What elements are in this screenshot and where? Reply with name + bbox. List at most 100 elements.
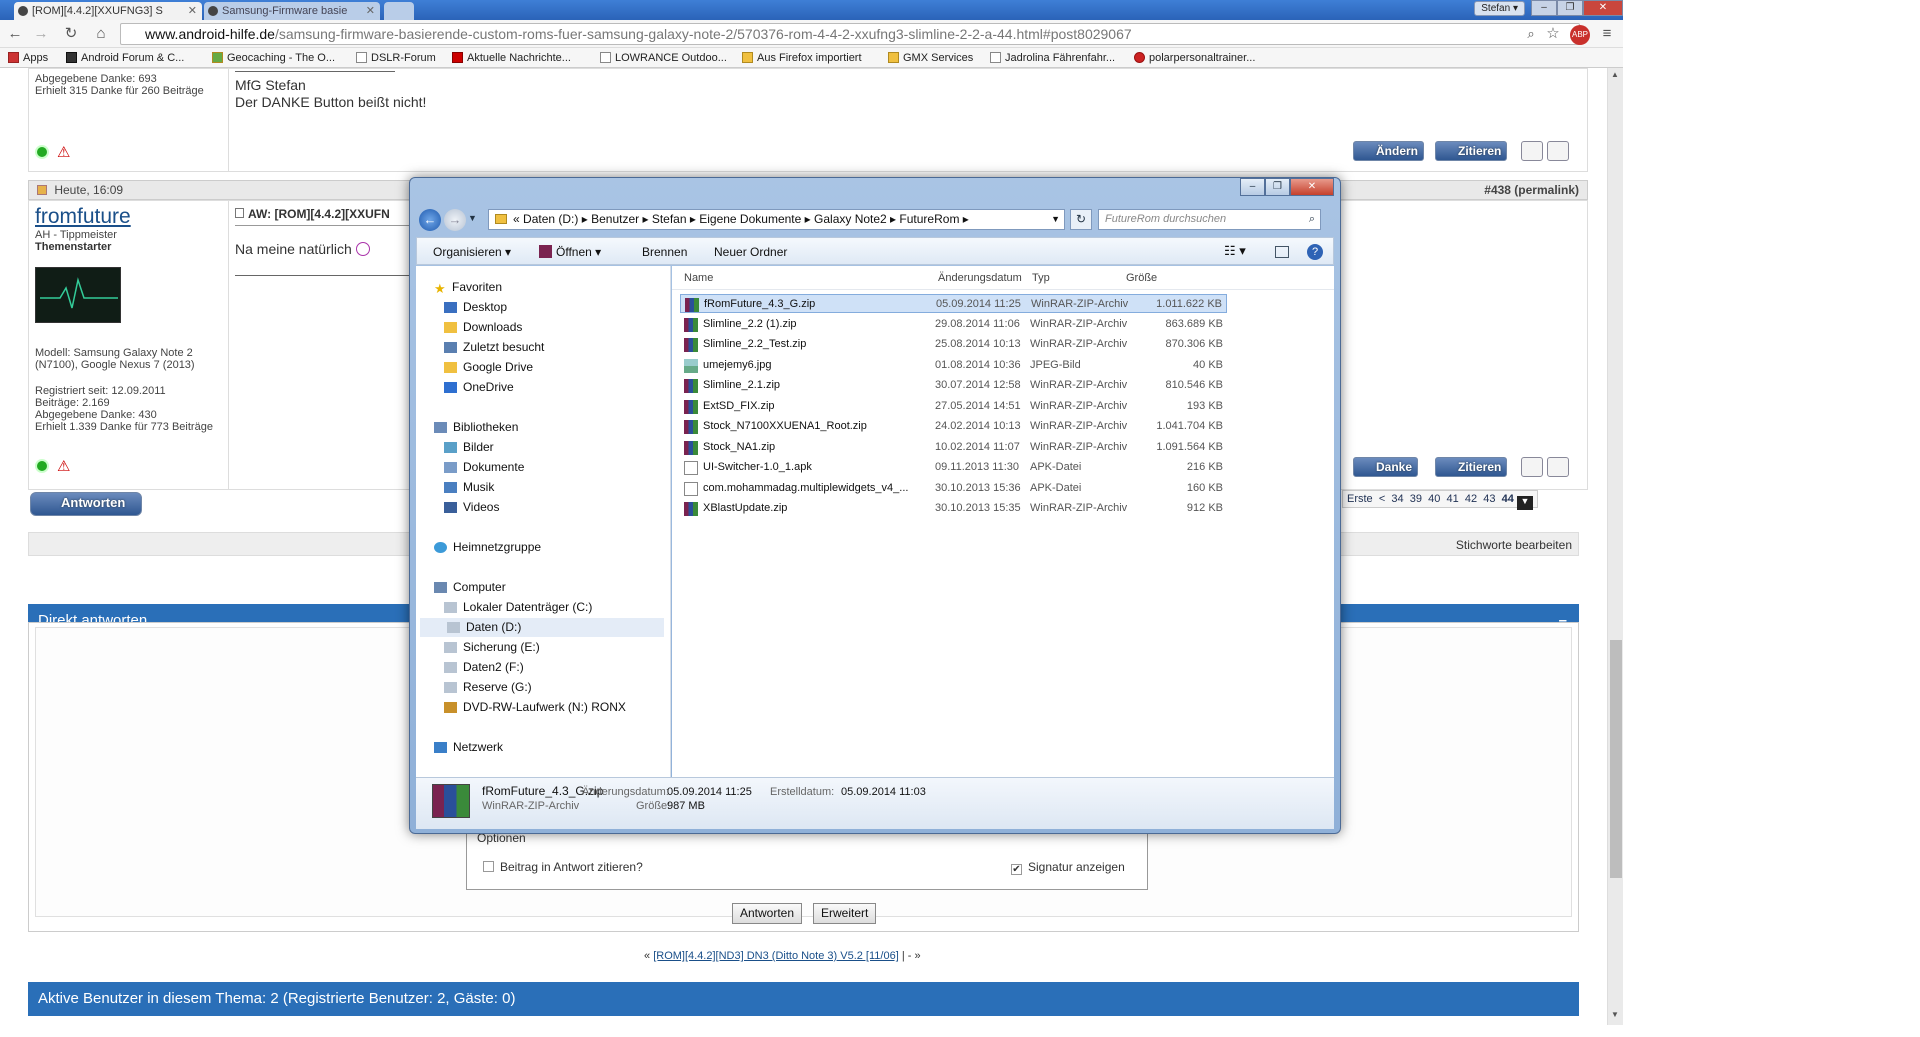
nav-pictures[interactable]: Bilder <box>444 440 494 454</box>
address-bar[interactable]: www.android-hilfe.de/samsung-firmware-ba… <box>120 23 1580 45</box>
new-folder-button[interactable]: Neuer Ordner <box>714 245 787 259</box>
file-row[interactable]: Stock_N7100XXUENA1_Root.zip 24.02.2014 10… <box>680 417 1227 436</box>
file-row[interactable]: UI-Switcher-1.0_1.apk 09.11.2013 11:30 APK… <box>680 458 1227 477</box>
file-row[interactable]: XBlastUpdate.zip 30.10.2013 15:35 WinRAR-Z… <box>680 499 1227 518</box>
bookmark-android-forum[interactable]: Android Forum & C... <box>66 52 184 64</box>
nav-homegroup[interactable]: Heimnetzgruppe <box>434 540 541 554</box>
quote-button[interactable]: Zitieren <box>1435 457 1508 477</box>
bookmark-dslr-forum[interactable]: DSLR-Forum <box>356 52 436 64</box>
nav-libraries[interactable]: Bibliotheken <box>434 420 518 434</box>
quote-checkbox[interactable]: Beitrag in Antwort zitieren? <box>483 860 643 874</box>
nav-network[interactable]: Netzwerk <box>434 740 503 754</box>
page-link[interactable]: 34 <box>1391 493 1403 505</box>
nav-google-drive[interactable]: Google Drive <box>444 360 533 374</box>
prev-thread-link[interactable]: [ROM][4.4.2][ND3] DN3 (Ditto Note 3) V5.… <box>653 950 899 962</box>
dialog-forward-icon[interactable]: → <box>444 209 466 231</box>
star-icon[interactable]: ☆ <box>1544 25 1562 43</box>
back-icon[interactable]: ← <box>6 25 24 43</box>
advanced-button[interactable]: Erweitert <box>813 903 877 924</box>
signature-checkbox[interactable]: ✔ Signatur anzeigen <box>1011 860 1125 875</box>
nav-drive-e[interactable]: Sicherung (E:) <box>444 640 540 654</box>
breadcrumb-item[interactable]: Benutzer <box>591 212 639 226</box>
page-link[interactable]: 42 <box>1465 493 1477 505</box>
submit-reply-button[interactable]: Antworten <box>732 903 803 924</box>
reload-icon[interactable]: ↻ <box>62 25 80 43</box>
file-row[interactable]: Slimline_2.2_Test.zip 25.08.2014 10:13 Win… <box>680 335 1227 354</box>
nav-drive-g[interactable]: Reserve (G:) <box>444 680 532 694</box>
bookmark-lowrance[interactable]: LOWRANCE Outdoo... <box>600 52 727 64</box>
help-icon[interactable]: ? <box>1307 244 1323 260</box>
bookmark-folder-gmx[interactable]: GMX Services <box>888 52 973 64</box>
column-date[interactable]: Änderungsdatum <box>938 272 1022 284</box>
bookmark-nachrichten[interactable]: Aktuelle Nachrichte... <box>452 52 571 64</box>
dialog-search-input[interactable]: FutureRom durchsuchen ⌕ <box>1098 209 1321 230</box>
recent-locations-icon[interactable]: ▼ <box>468 213 477 223</box>
bookmark-jadrolina[interactable]: Jadrolina Fährenfahr... <box>990 52 1115 64</box>
bookmark-polar[interactable]: polarpersonaltrainer... <box>1134 52 1255 64</box>
scroll-down-icon[interactable]: ▼ <box>1611 1010 1619 1019</box>
file-row[interactable]: fRomFuture_4.3_G.zip 05.09.2014 11:25 WinR… <box>680 294 1227 313</box>
breadcrumb-item[interactable]: Eigene Dokumente <box>699 212 801 226</box>
nav-computer[interactable]: Computer <box>434 580 506 594</box>
nav-downloads[interactable]: Downloads <box>444 320 522 334</box>
home-icon[interactable]: ⌂ <box>92 25 110 43</box>
quick-edit-icon[interactable] <box>1547 141 1569 161</box>
file-row[interactable]: Slimline_2.2 (1).zip 29.08.2014 11:06 WinR… <box>680 315 1227 334</box>
breadcrumb-item[interactable]: Stefan <box>652 212 687 226</box>
multiquote-icon[interactable] <box>1521 457 1543 477</box>
page-prev[interactable]: < <box>1379 493 1385 505</box>
page-link[interactable]: 43 <box>1483 493 1495 505</box>
bookmark-folder-firefox[interactable]: Aus Firefox importiert <box>742 52 862 64</box>
nav-onedrive[interactable]: OneDrive <box>444 380 514 394</box>
report-warning-icon[interactable]: ⚠ <box>57 143 70 161</box>
close-dialog-icon[interactable]: ✕ <box>1290 178 1334 196</box>
bookmark-geocaching[interactable]: Geocaching - The O... <box>212 52 335 64</box>
edit-tags-link[interactable]: Stichworte bearbeiten <box>1456 538 1572 552</box>
post-permalink[interactable]: #438 (permalink) <box>1484 181 1579 200</box>
file-row[interactable]: umejemy6.jpg 01.08.2014 10:36 JPEG-Bild 40 … <box>680 356 1227 375</box>
post-author-name[interactable]: fromfuture <box>35 205 222 229</box>
avatar[interactable] <box>35 267 121 323</box>
forward-icon[interactable]: → <box>32 25 50 43</box>
page-menu-icon[interactable]: ▼ <box>1516 496 1533 510</box>
column-name[interactable]: Name <box>684 272 713 284</box>
dialog-address-bar[interactable]: « Daten (D:) ▸ Benutzer ▸ Stefan ▸ Eigen… <box>488 209 1065 230</box>
column-type[interactable]: Typ <box>1032 272 1050 284</box>
report-warning-icon[interactable]: ⚠ <box>57 457 70 475</box>
maximize-icon[interactable]: ❐ <box>1265 178 1290 196</box>
column-size[interactable]: Größe <box>1126 272 1157 284</box>
search-icon[interactable]: ⌕ <box>1309 210 1315 229</box>
adblock-icon[interactable]: ABP <box>1570 25 1590 45</box>
bookmark-apps[interactable]: Apps <box>8 52 48 64</box>
close-window-icon[interactable]: ✕ <box>1583 0 1623 16</box>
menu-icon[interactable]: ≡ <box>1598 25 1616 43</box>
maximize-icon[interactable]: ❐ <box>1557 0 1583 16</box>
minimize-icon[interactable]: – <box>1531 0 1557 16</box>
nav-recent[interactable]: Zuletzt besucht <box>444 340 544 354</box>
nav-drive-c[interactable]: Lokaler Datenträger (C:) <box>444 600 592 614</box>
open-button[interactable]: Öffnen ▾ <box>539 245 601 259</box>
page-first[interactable]: Erste <box>1347 493 1373 505</box>
nav-desktop[interactable]: Desktop <box>444 300 507 314</box>
profile-button[interactable]: Stefan ▾ <box>1474 1 1525 16</box>
preview-pane-icon[interactable] <box>1275 246 1289 258</box>
refresh-icon[interactable]: ↻ <box>1070 209 1092 230</box>
nav-drive-d[interactable]: Daten (D:) <box>420 618 664 637</box>
thanks-button[interactable]: Danke <box>1353 457 1419 477</box>
scroll-up-icon[interactable]: ▲ <box>1611 70 1619 79</box>
tab-close-icon[interactable]: ✕ <box>188 4 197 17</box>
new-tab-button[interactable] <box>384 2 414 20</box>
burn-button[interactable]: Brennen <box>642 245 687 259</box>
file-row[interactable]: Stock_NA1.zip 10.02.2014 11:07 WinRAR-ZIP-… <box>680 438 1227 457</box>
tab-inactive[interactable]: Samsung-Firmware basie ✕ <box>204 2 380 20</box>
tab-close-icon[interactable]: ✕ <box>366 4 375 17</box>
edit-button[interactable]: Ändern <box>1353 141 1424 161</box>
nav-videos[interactable]: Videos <box>444 500 499 514</box>
address-dropdown-icon[interactable]: ▼ <box>1051 210 1060 229</box>
multiquote-icon[interactable] <box>1521 141 1543 161</box>
file-row[interactable]: ExtSD_FIX.zip 27.05.2014 14:51 WinRAR-ZIP-… <box>680 397 1227 416</box>
page-link[interactable]: 39 <box>1410 493 1422 505</box>
breadcrumb-item[interactable]: FutureRom <box>899 212 959 226</box>
breadcrumb-item[interactable]: Galaxy Note2 <box>814 212 887 226</box>
nav-drive-n[interactable]: DVD-RW-Laufwerk (N:) RONX <box>444 700 626 714</box>
